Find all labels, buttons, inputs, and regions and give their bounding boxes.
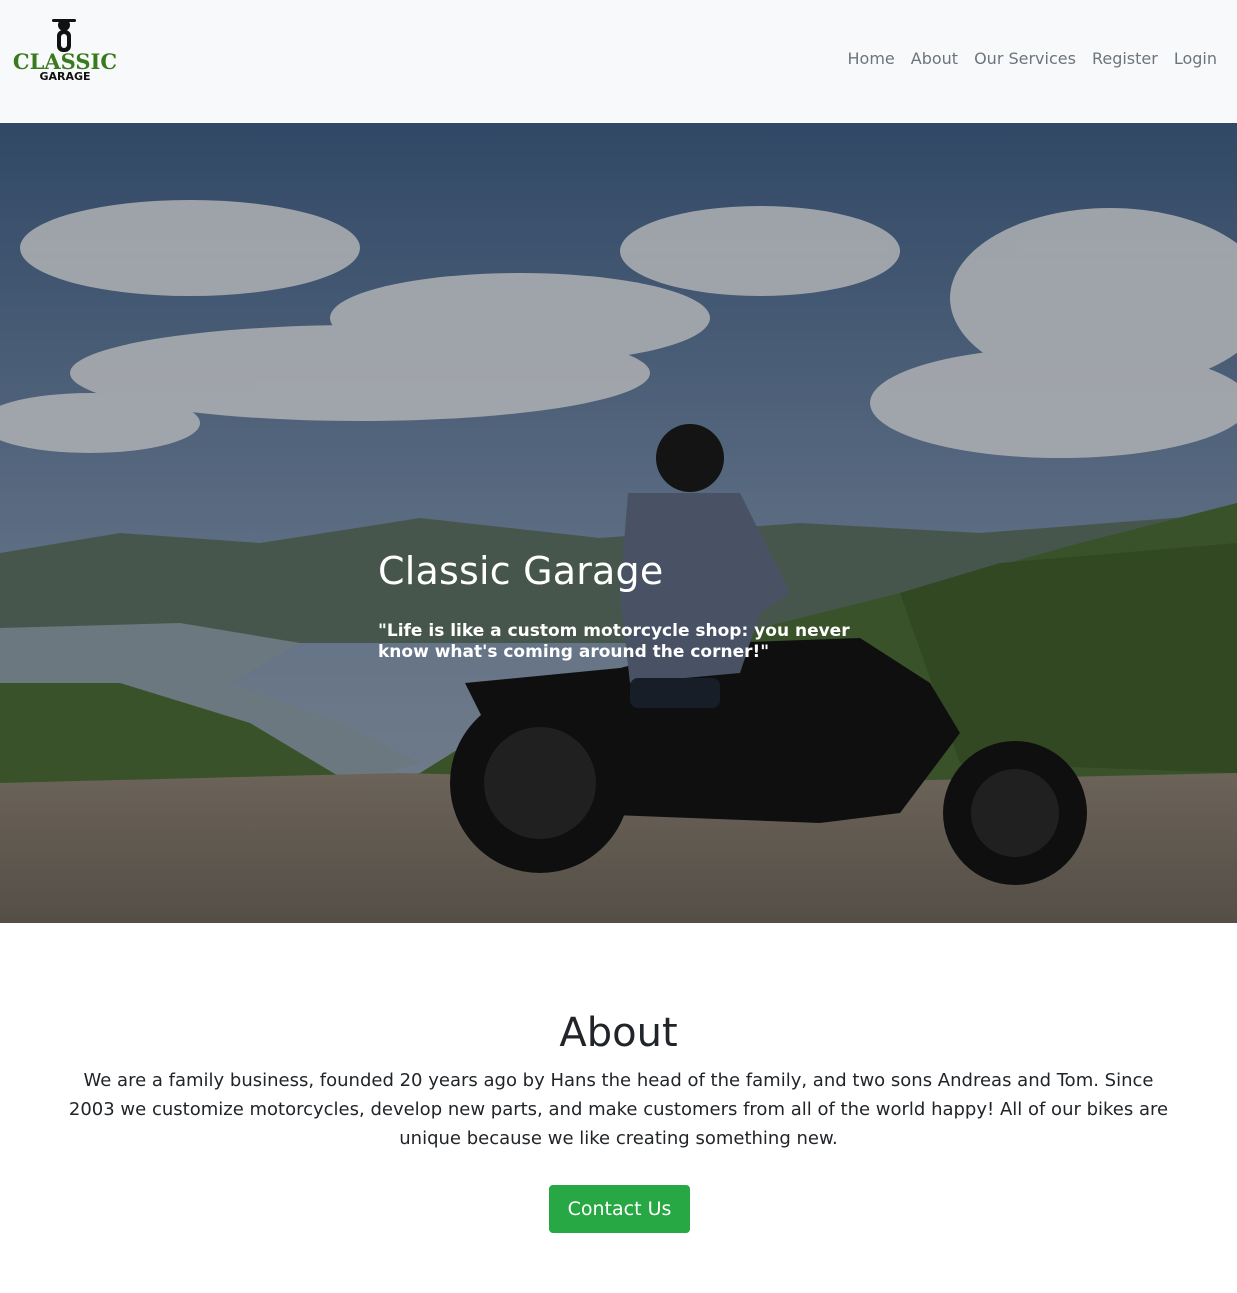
- brand-line2: GARAGE: [39, 70, 90, 83]
- nav-home[interactable]: Home: [848, 48, 895, 70]
- about-text: We are a family business, founded 20 yea…: [68, 1070, 1169, 1149]
- about-title: About: [559, 1010, 678, 1056]
- hero-quote: "Life is like a custom motorcycle shop: …: [378, 621, 850, 662]
- brand-logo[interactable]: CLASSIC GARAGE: [12, 16, 118, 86]
- hero-title: Classic Garage: [378, 549, 664, 593]
- motorcycle-rider-icon: [52, 19, 76, 52]
- main-nav: Home About Our Services Register Login: [848, 48, 1217, 70]
- nav-login[interactable]: Login: [1174, 48, 1217, 70]
- hero-background-image: [0, 123, 1237, 923]
- nav-our-services[interactable]: Our Services: [974, 48, 1076, 70]
- nav-register[interactable]: Register: [1092, 48, 1158, 70]
- hero-section: Classic Garage "Life is like a custom mo…: [0, 123, 1237, 923]
- navbar: CLASSIC GARAGE Home About Our Services R…: [0, 0, 1237, 123]
- contact-us-button[interactable]: Contact Us: [549, 1185, 690, 1233]
- nav-about[interactable]: About: [911, 48, 958, 70]
